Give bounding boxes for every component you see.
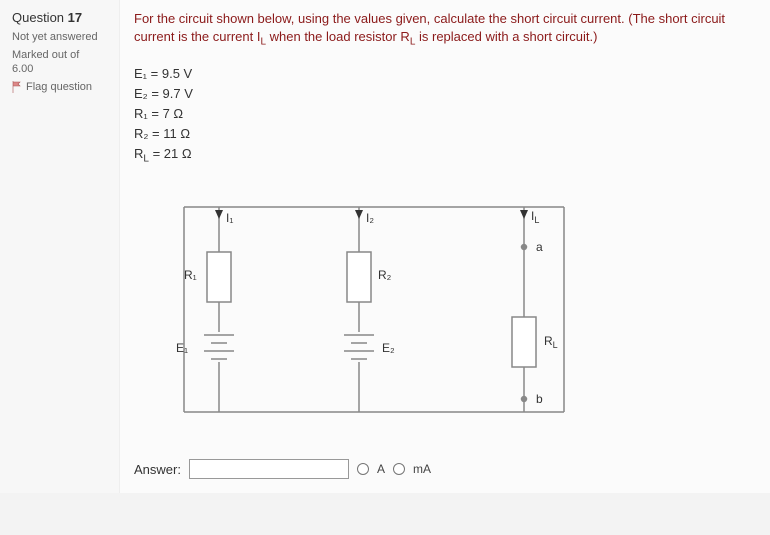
question-sidebar: Question 17 Not yet answered Marked out … [0,0,120,493]
label-i2: I₂ [366,211,374,225]
answer-input[interactable] [189,459,349,479]
question-prefix: Question [12,10,68,25]
value-rl: RL = 21 Ω [134,144,754,167]
value-e1: E₁ = 9.5 V [134,64,754,84]
flag-question-link[interactable]: Flag question [12,81,109,93]
given-values: E₁ = 9.5 V E₂ = 9.7 V R₁ = 7 Ω R₂ = 11 Ω… [134,64,754,168]
answer-label: Answer: [134,462,181,477]
label-i1: I₁ [226,211,233,225]
unit-radio-a[interactable] [357,463,369,475]
marked-out-of-value: 6.00 [12,63,109,75]
unit-radio-ma[interactable] [393,463,405,475]
label-r2: R₂ [378,268,392,282]
value-r2: R₂ = 11 Ω [134,124,754,144]
answer-row: Answer: A mA [134,459,754,479]
circuit-diagram: I₁ I₂ IL R₁ R₂ RL E₁ E₂ a b [134,177,604,447]
label-e1: E₁ [176,341,188,355]
marked-out-of-label: Marked out of [12,49,109,61]
rl-sym: R [134,146,143,161]
qtext-part3: is replaced with a short circuit.) [415,29,597,44]
question-text: For the circuit shown below, using the v… [134,10,754,50]
value-r1: R₁ = 7 Ω [134,104,754,124]
label-node-a: a [536,240,543,254]
question-content: For the circuit shown below, using the v… [120,0,770,493]
label-r1: R₁ [184,268,197,282]
flag-icon [12,81,22,93]
flag-label: Flag question [26,81,92,93]
question-status: Not yet answered [12,31,109,43]
label-node-b: b [536,392,543,406]
question-number: Question 17 [12,10,109,25]
qtext-part2: when the load resistor R [266,29,410,44]
value-e2: E₂ = 9.7 V [134,84,754,104]
unit-label-ma: mA [413,462,431,476]
label-e2: E₂ [382,341,395,355]
label-il: IL [531,209,539,225]
rl-end: = 21 Ω [149,146,192,161]
label-rl: RL [544,334,558,350]
unit-label-a: A [377,462,385,476]
question-num: 17 [68,10,82,25]
